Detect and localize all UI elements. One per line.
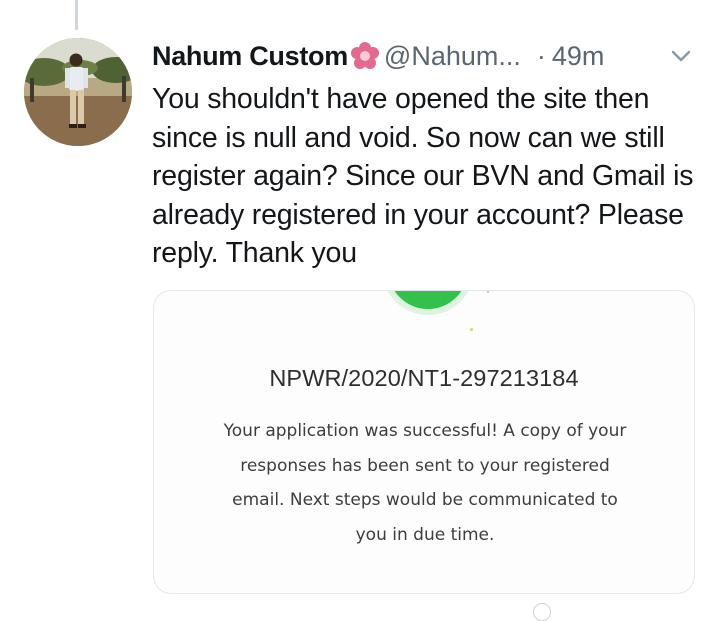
reference-number: NPWR/2020/NT1-297213184	[269, 365, 579, 391]
avatar-photo	[24, 38, 132, 146]
thread-connector-line	[75, 0, 78, 30]
decorative-dot	[470, 328, 473, 331]
partial-icon	[533, 603, 551, 621]
tweet-header: Nahum Custom @Nahum... · 49m	[152, 38, 702, 74]
screenshot-content: NPWR/2020/NT1-297213184 Your application…	[154, 291, 694, 593]
tweet-text: You shouldn't have opened the site then …	[152, 83, 694, 270]
author-name[interactable]: Nahum Custom	[152, 41, 348, 72]
flower-icon	[350, 41, 380, 71]
check-circle-icon	[388, 291, 468, 309]
avatar[interactable]	[24, 38, 132, 146]
chevron-down-icon[interactable]	[670, 46, 692, 66]
separator-dot: ·	[536, 40, 546, 71]
attached-image-card[interactable]: NPWR/2020/NT1-297213184 Your application…	[153, 290, 695, 594]
timestamp[interactable]: 49m	[552, 41, 605, 72]
success-message: Your application was successful! A copy …	[223, 421, 627, 545]
author-handle[interactable]: @Nahum...	[384, 41, 521, 72]
decorative-mark	[487, 291, 489, 293]
